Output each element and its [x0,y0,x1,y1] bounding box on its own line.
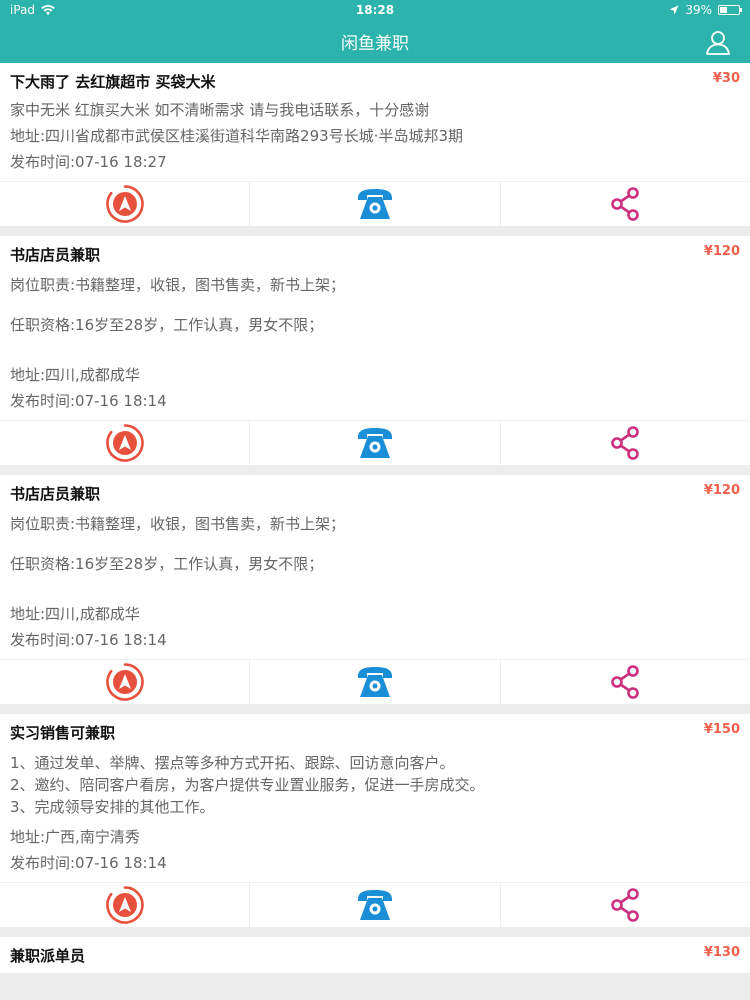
job-actions [0,181,750,226]
job-address: 地址:四川省成都市武侯区桂溪街道科华南路293号长城·半岛城邦3期 [10,127,463,145]
job-duty-item: 2、邀约、陪同客户看房，为客户提供专业置业服务，促进一手房成交。 [10,776,485,794]
battery-icon [718,5,742,15]
share-icon [611,426,640,460]
call-button[interactable] [249,421,499,465]
call-button[interactable] [249,660,499,704]
navigate-button[interactable] [0,660,249,704]
job-card[interactable]: 兼职派单员 ¥130 [0,937,750,973]
job-card[interactable]: 书店店员兼职 ¥120 岗位职责:书籍整理，收银，图书售卖，新书上架； 任职资格… [0,475,750,704]
job-card[interactable]: 书店店员兼职 ¥120 岗位职责:书籍整理，收银，图书售卖，新书上架； 任职资格… [0,236,750,465]
share-button[interactable] [499,421,750,465]
job-title: 下大雨了 去红旗超市 买袋大米 [10,73,216,91]
share-icon [611,665,640,699]
call-button[interactable] [249,182,499,226]
share-icon [611,187,640,221]
job-publish-time: 发布时间:07-16 18:14 [10,631,167,649]
job-address: 地址:四川,成都成华 [10,605,140,623]
navigation-compass-icon [105,424,144,462]
job-title: 兼职派单员 [10,947,86,965]
user-profile-icon[interactable] [704,28,732,56]
job-address: 地址:四川,成都成华 [10,366,140,384]
navigation-compass-icon [105,886,144,924]
phone-icon [357,667,392,697]
job-duty: 岗位职责:书籍整理，收银，图书售卖，新书上架； [10,276,346,294]
job-price: ¥120 [703,483,740,498]
page-title: 闲鱼兼职 [341,34,409,54]
job-title: 书店店员兼职 [10,485,101,503]
job-title: 书店店员兼职 [10,246,101,264]
share-icon [611,888,640,922]
navigate-button[interactable] [0,182,249,226]
job-card[interactable]: 下大雨了 去红旗超市 买袋大米 ¥30 家中无米 红旗买大米 如不清晰需求 请与… [0,63,750,226]
nav-bar: 闲鱼兼职 [0,20,750,63]
share-button[interactable] [499,660,750,704]
call-button[interactable] [249,883,499,927]
job-description: 家中无米 红旗买大米 如不清晰需求 请与我电话联系，十分感谢 [10,101,430,119]
job-price: ¥30 [712,71,740,86]
job-actions [0,882,750,927]
navigate-button[interactable] [0,883,249,927]
share-button[interactable] [499,182,750,226]
job-address: 地址:广西,南宁清秀 [10,828,140,846]
job-price: ¥150 [703,722,740,737]
job-duty: 岗位职责:书籍整理，收银，图书售卖，新书上架； [10,515,346,533]
location-arrow-icon [669,5,679,15]
navigate-button[interactable] [0,421,249,465]
job-title: 实习销售可兼职 [10,724,116,742]
job-card[interactable]: 实习销售可兼职 ¥150 1、通过发单、举牌、摆点等多种方式开拓、跟踪、回访意向… [0,714,750,927]
job-duty-item: 1、通过发单、举牌、摆点等多种方式开拓、跟踪、回访意向客户。 [10,754,455,772]
job-list: 下大雨了 去红旗超市 买袋大米 ¥30 家中无米 红旗买大米 如不清晰需求 请与… [0,63,750,973]
status-time: 18:28 [355,3,395,17]
navigation-compass-icon [105,185,144,223]
job-publish-time: 发布时间:07-16 18:14 [10,854,167,872]
job-duty-item: 3、完成领导安排的其他工作。 [10,798,215,816]
status-bar: iPad 18:28 39% [0,0,750,20]
job-publish-time: 发布时间:07-16 18:14 [10,392,167,410]
navigation-compass-icon [105,663,144,701]
job-actions [0,420,750,465]
job-publish-time: 发布时间:07-16 18:27 [10,153,167,171]
job-requirement: 任职资格:16岁至28岁，工作认真，男女不限； [10,555,324,573]
battery-percent: 39% [685,3,712,17]
job-price: ¥130 [703,945,740,960]
phone-icon [357,890,392,920]
job-actions [0,659,750,704]
share-button[interactable] [499,883,750,927]
job-requirement: 任职资格:16岁至28岁，工作认真，男女不限； [10,316,324,334]
phone-icon [357,428,392,458]
job-price: ¥120 [703,244,740,259]
device-name: iPad [10,3,36,17]
wifi-icon [41,4,55,15]
phone-icon [357,189,392,219]
